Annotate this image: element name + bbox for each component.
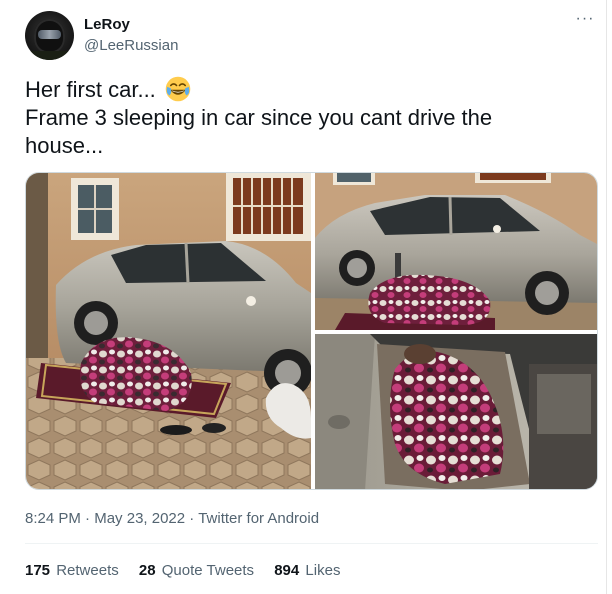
author-display-name[interactable]: LeRoy	[84, 16, 130, 33]
quote-tweets-stat[interactable]: 28 Quote Tweets	[139, 562, 254, 579]
photo-car-side[interactable]	[315, 173, 597, 330]
tweet-text: Her first car... Frame 3 sleeping in car…	[25, 76, 585, 160]
avatar[interactable]	[25, 11, 74, 60]
tweet-time-link[interactable]: 8:24 PM · May 23, 2022	[25, 510, 185, 527]
divider	[25, 543, 598, 544]
tweet-meta: 8:24 PM · May 23, 2022 · Twitter for And…	[25, 510, 320, 527]
engagement-stats: 175 Retweets 28 Quote Tweets 894 Likes	[25, 562, 356, 579]
face-with-tears-of-joy-icon	[165, 76, 191, 102]
tweet-card: LeRoy @LeeRussian ··· Her first car... F…	[8, 0, 608, 594]
tweet-line-3: house...	[25, 133, 104, 158]
retweets-stat[interactable]: 175 Retweets	[25, 562, 119, 579]
tweet-line-1: Her first car...	[25, 76, 585, 104]
more-options-icon[interactable]: ···	[574, 11, 596, 28]
tweet-line-2: Frame 3 sleeping in car since you cant d…	[25, 105, 493, 130]
author-handle[interactable]: @LeeRussian	[84, 37, 178, 54]
photo-car-blanket-outside[interactable]	[26, 173, 311, 489]
media-grid	[25, 172, 598, 490]
photo-car-window-sleeping[interactable]	[315, 334, 597, 489]
tweet-source-link[interactable]: Twitter for Android	[198, 510, 319, 527]
page-edge	[606, 0, 607, 594]
likes-stat[interactable]: 894 Likes	[274, 562, 340, 579]
